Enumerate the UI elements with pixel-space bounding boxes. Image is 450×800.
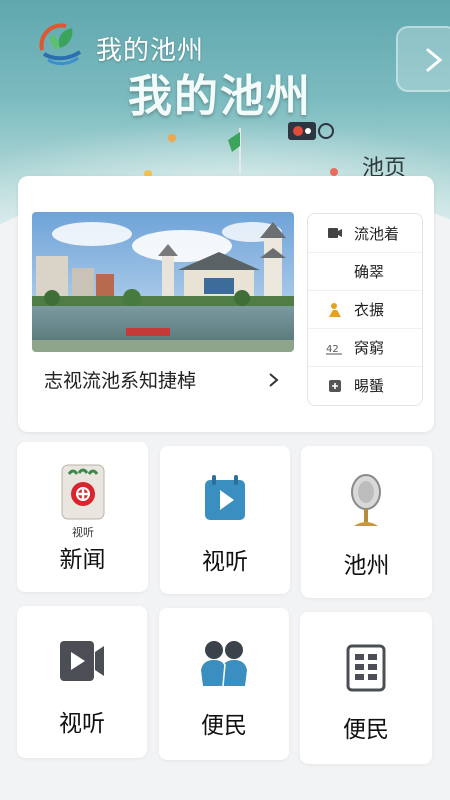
grid-doc-icon: [346, 644, 386, 692]
number-icon: 42: [326, 339, 344, 357]
side-menu-item[interactable]: 衣搌: [308, 290, 422, 328]
grid-tile-media[interactable]: 视听: [160, 446, 290, 594]
play-calendar-icon: [205, 475, 245, 520]
news-badge-icon: [61, 464, 105, 520]
plus-box-icon: [326, 377, 344, 395]
next-button[interactable]: [396, 26, 450, 92]
decor-dot: [330, 168, 338, 176]
side-menu-item[interactable]: 确翠: [308, 252, 422, 290]
person-icon: [326, 301, 344, 319]
people-icon: [201, 641, 247, 687]
featured-photo[interactable]: [32, 212, 294, 352]
side-menu: 流池着 确翠 衣搌 42 窉窮 晹蜑: [307, 213, 423, 406]
grid-tile-chizhou[interactable]: 池州: [301, 446, 432, 598]
grid-tile-label: 新闻: [59, 547, 106, 573]
side-menu-label: 确翠: [354, 263, 385, 281]
grid-tile-services[interactable]: 便民: [159, 608, 289, 760]
side-menu-item[interactable]: 晹蜑: [308, 366, 422, 404]
logo-icon: [39, 23, 82, 66]
video-camera-icon: [326, 224, 344, 242]
side-menu-label: 晹蜑: [354, 377, 385, 395]
side-menu-label: 衣搌: [354, 301, 385, 319]
grid-tile-label: 便民: [201, 713, 247, 739]
grid-tile-label: 视听: [59, 711, 105, 737]
grid-tile-label: 池州: [343, 553, 390, 579]
side-menu-label: 流池着: [354, 224, 400, 243]
grid-tile-video[interactable]: 视听: [17, 606, 147, 758]
video-icon: [60, 641, 104, 681]
chevron-right-icon[interactable]: [268, 372, 280, 388]
decor-dot: [168, 134, 176, 142]
microphone-icon: [351, 474, 381, 526]
side-menu-item[interactable]: 流池着: [308, 214, 422, 252]
svg-text:42: 42: [326, 344, 339, 355]
side-menu-label: 窉窮: [354, 339, 385, 357]
next-arrow-icon: [426, 48, 443, 72]
flag-icon: [228, 128, 241, 174]
record-icon[interactable]: [286, 120, 334, 142]
featured-card: 志视流池系知捷棹 流池着 确翠 衣搌 42 窉窮 晹蜑: [18, 176, 434, 432]
side-menu-item[interactable]: 42 窉窮: [308, 328, 422, 366]
featured-caption[interactable]: 志视流池系知捷棹: [44, 366, 274, 393]
grid-tile-news[interactable]: 视听 新闻: [17, 442, 148, 592]
news-badge-caption: 视听: [72, 526, 94, 539]
grid-tile-label: 视听: [202, 549, 248, 575]
grid-tile-services-2[interactable]: 便民: [300, 612, 432, 764]
app-title-big: 我的池州: [128, 71, 312, 122]
grid-tile-label: 便民: [343, 717, 389, 743]
